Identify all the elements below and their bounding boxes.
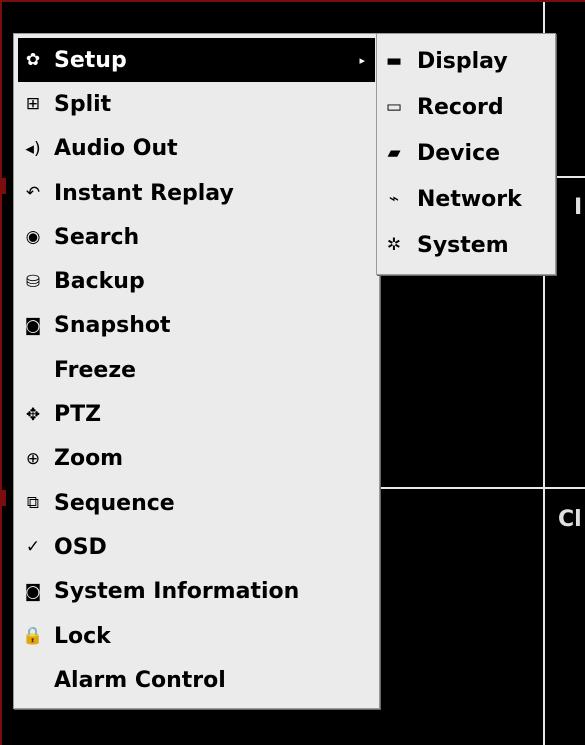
dvr-screen: I Cl ✿ Setup ▸ ⊞ Split ◂) Audio Out ↶ Instant Re… <box>0 0 585 745</box>
lock-icon: 🔒 <box>22 626 44 646</box>
camera-label-bottom: Cl <box>558 507 582 532</box>
menu-item-instant-replay[interactable]: ↶ Instant Replay <box>14 171 379 215</box>
edge-marker <box>2 490 6 506</box>
replay-icon: ↶ <box>25 183 41 204</box>
menu-item-audio-out[interactable]: ◂) Audio Out <box>14 127 379 171</box>
menu-item-osd[interactable]: ✓ OSD <box>14 525 379 569</box>
menu-item-zoom[interactable]: ⊕ Zoom <box>14 437 379 481</box>
info-icon: ◙ <box>24 581 42 602</box>
submenu-item-label: Record <box>417 94 504 120</box>
blank-icon <box>22 669 44 691</box>
menu-item-sequence[interactable]: ⧉ Sequence <box>14 481 379 525</box>
submenu-item-device[interactable]: ▰ Device <box>377 130 555 176</box>
menu-item-setup[interactable]: ✿ Setup ▸ <box>18 38 375 83</box>
menu-item-label: Audio Out <box>54 136 178 162</box>
menu-item-ptz[interactable]: ✥ PTZ <box>14 392 379 436</box>
menu-item-freeze[interactable]: Freeze <box>14 348 379 392</box>
menu-item-label: PTZ <box>54 402 102 428</box>
check-icon: ✓ <box>25 537 41 558</box>
menu-item-label: OSD <box>54 534 107 560</box>
menu-item-label: Search <box>54 224 140 250</box>
ptz-move-icon: ✥ <box>25 404 41 425</box>
menu-item-label: Setup <box>54 47 127 73</box>
menu-item-label: Freeze <box>54 357 137 383</box>
split-grid-icon: ⊞ <box>25 94 41 115</box>
submenu-item-label: System <box>417 232 509 258</box>
submenu-item-label: Display <box>417 48 508 74</box>
menu-item-label: Alarm Control <box>54 667 226 693</box>
menu-item-label: Snapshot <box>54 313 171 339</box>
submenu-item-label: Network <box>417 186 522 212</box>
menu-item-label: Instant Replay <box>54 180 234 206</box>
device-icon: ▰ <box>387 143 401 163</box>
submenu-arrow-icon: ▸ <box>359 53 365 67</box>
zoom-icon: ⊕ <box>25 448 41 469</box>
search-icon: ◉ <box>25 227 41 248</box>
menu-item-backup[interactable]: ⛁ Backup <box>14 259 379 303</box>
menu-item-label: Split <box>54 91 112 117</box>
gear-icon: ✿ <box>25 50 41 71</box>
menu-item-label: System Information <box>54 579 300 605</box>
context-menu: ✿ Setup ▸ ⊞ Split ◂) Audio Out ↶ Instant Replay ◉… <box>13 33 380 710</box>
blank-icon <box>22 359 44 381</box>
submenu-item-system[interactable]: ✲ System <box>377 222 555 268</box>
submenu-item-record[interactable]: ▭ Record <box>377 84 555 130</box>
backup-icon: ⛁ <box>25 271 41 292</box>
menu-item-label: Backup <box>54 269 145 295</box>
grid-divider-horizontal-middle <box>378 487 585 489</box>
menu-item-system-information[interactable]: ◙ System Information <box>14 570 379 614</box>
submenu-item-network[interactable]: ⌁ Network <box>377 176 555 222</box>
menu-item-label: Lock <box>54 623 111 649</box>
monitor-icon: ▬ <box>385 51 403 71</box>
menu-item-search[interactable]: ◉ Search <box>14 215 379 259</box>
edge-marker <box>2 178 6 194</box>
submenu-item-label: Device <box>417 140 501 166</box>
menu-item-label: Sequence <box>54 490 175 516</box>
menu-item-alarm-control[interactable]: Alarm Control <box>14 658 379 702</box>
record-icon: ▭ <box>385 97 403 117</box>
camera-icon: ◙ <box>24 315 42 336</box>
menu-item-lock[interactable]: 🔒 Lock <box>14 614 379 658</box>
menu-item-split[interactable]: ⊞ Split <box>14 82 379 126</box>
setup-submenu: ▬ Display ▭ Record ▰ Device ⌁ Network ✲ System <box>376 33 556 275</box>
camera-label-top: I <box>574 195 583 220</box>
network-icon: ⌁ <box>388 189 400 209</box>
menu-item-snapshot[interactable]: ◙ Snapshot <box>14 304 379 348</box>
speaker-icon: ◂) <box>25 138 41 159</box>
submenu-item-display[interactable]: ▬ Display <box>377 38 555 84</box>
sequence-icon: ⧉ <box>26 493 40 514</box>
system-icon: ✲ <box>386 235 402 255</box>
menu-item-label: Zoom <box>54 446 124 472</box>
